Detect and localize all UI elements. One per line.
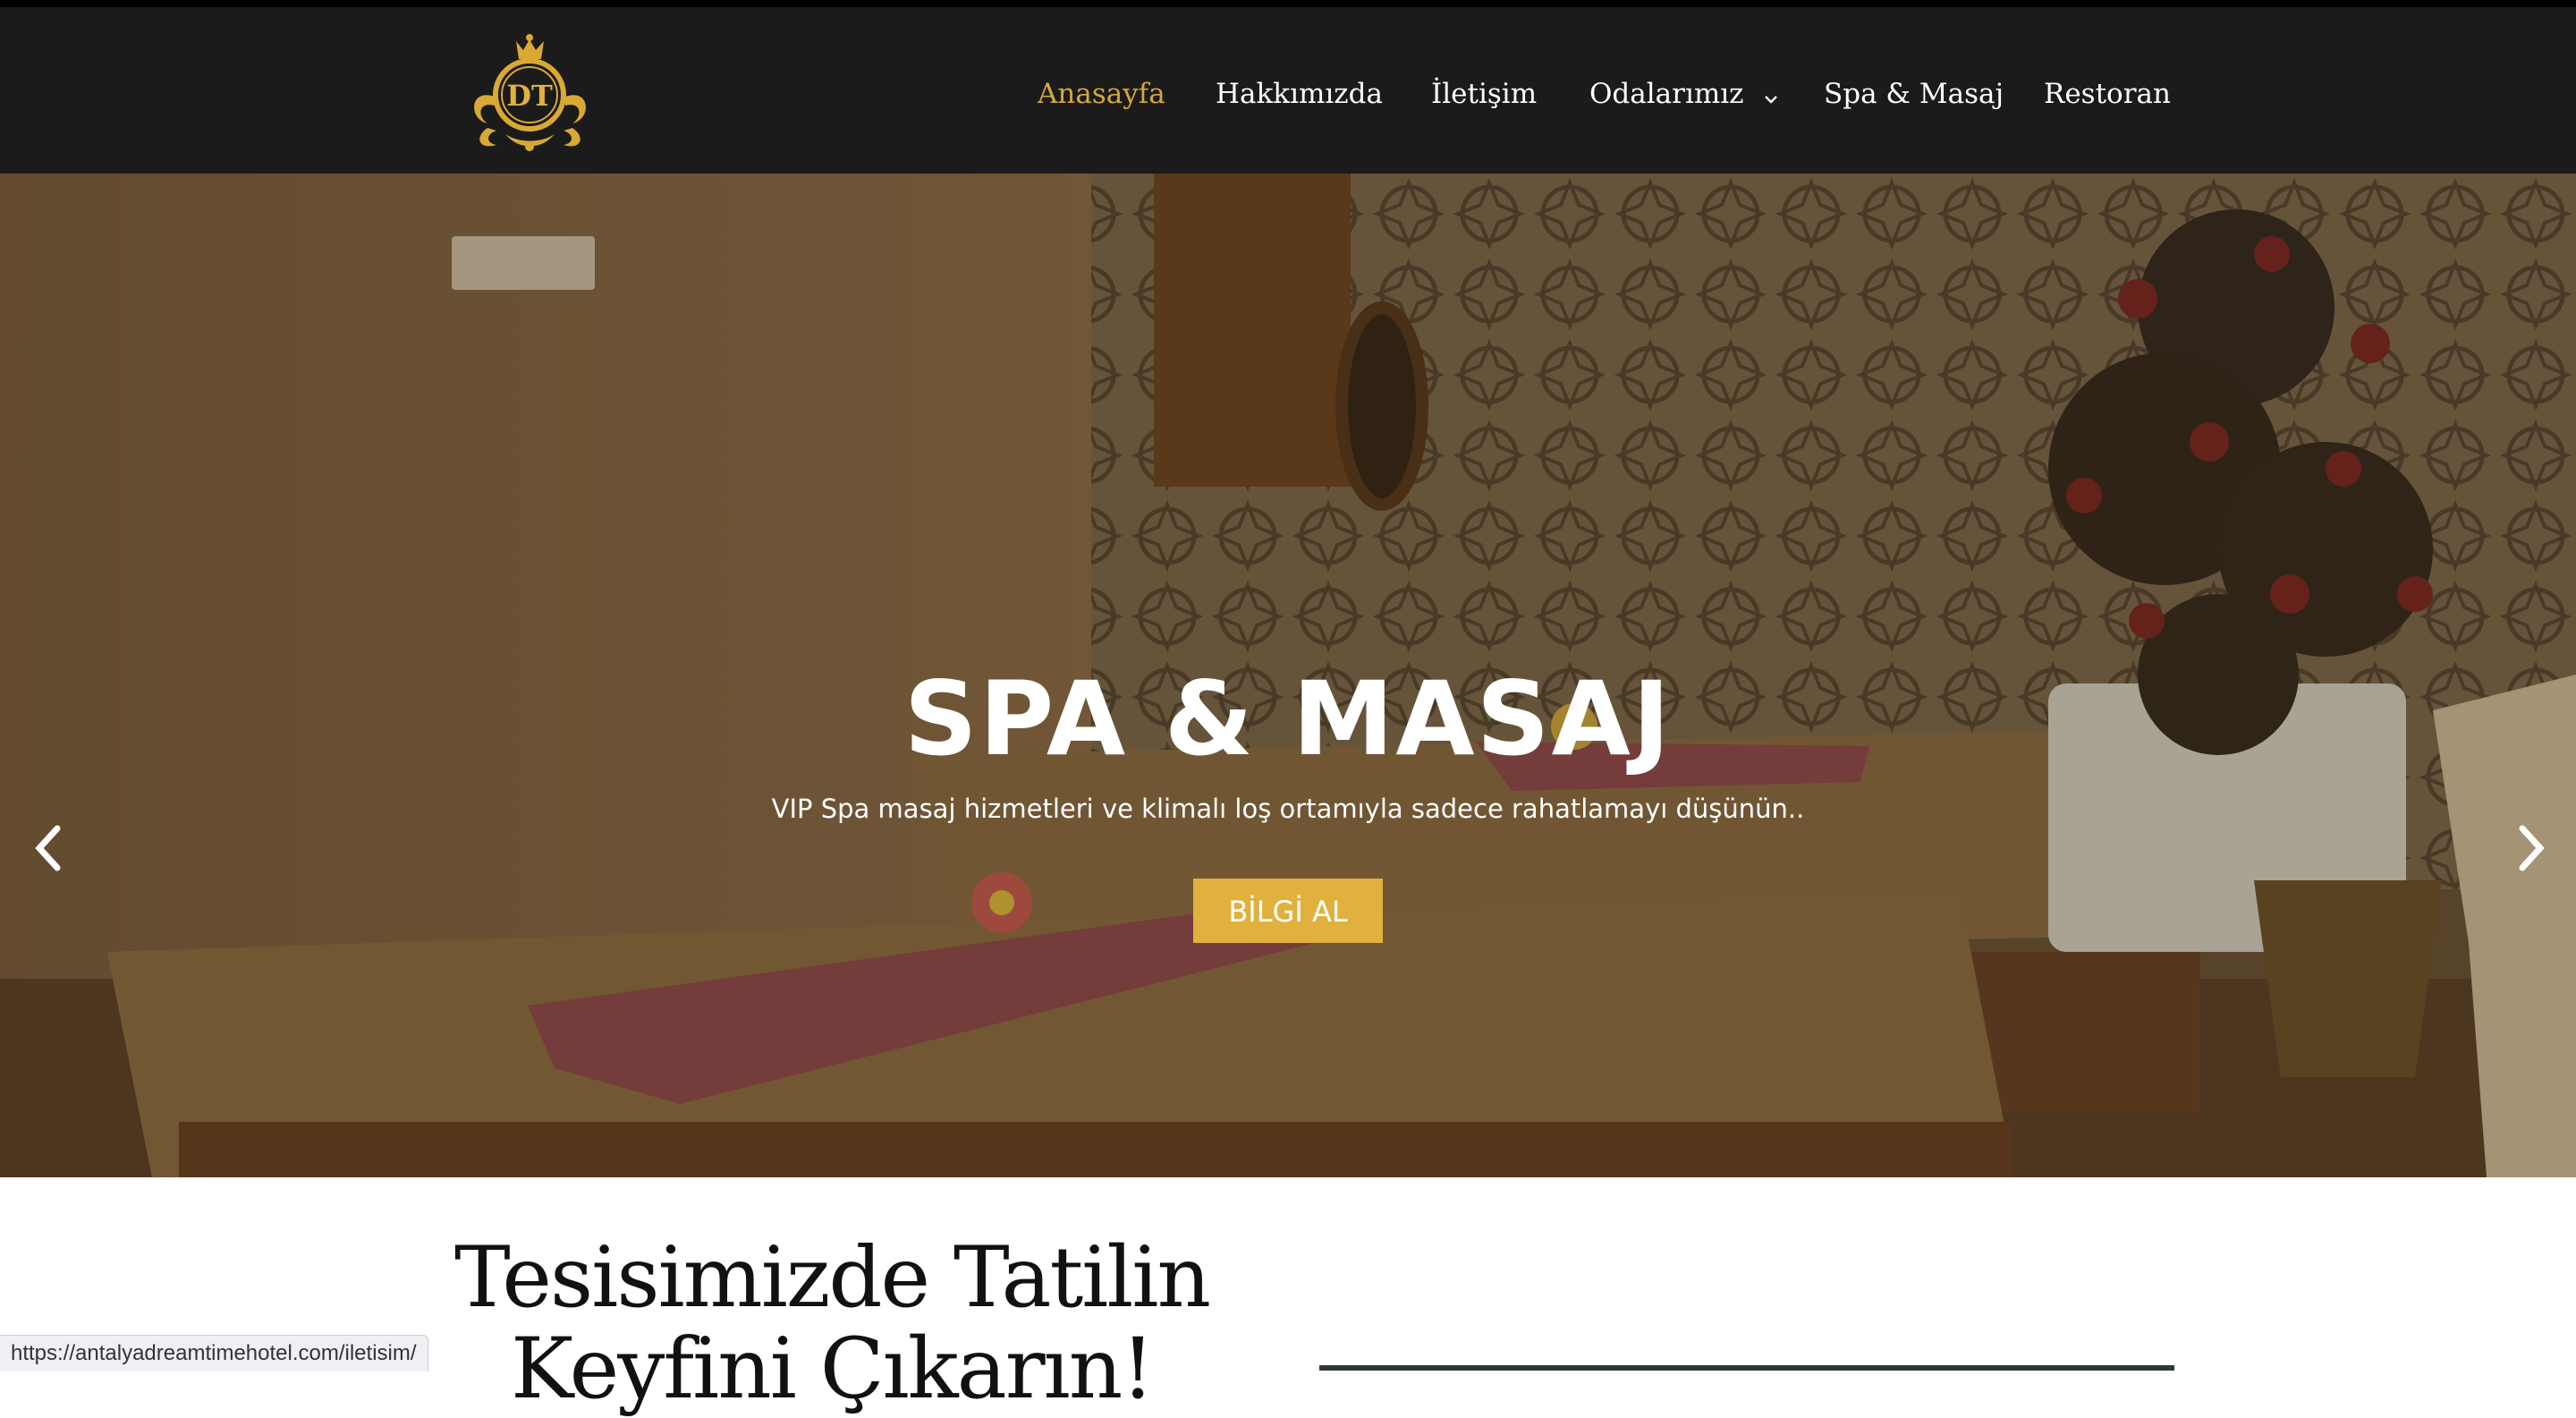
- nav-item-hakkimizda[interactable]: Hakkımızda: [1216, 72, 1383, 116]
- nav-item-anasayfa[interactable]: Anasayfa: [1038, 72, 1165, 116]
- nav-item-label: Restoran: [2044, 78, 2171, 110]
- chevron-right-icon: [2519, 825, 2545, 871]
- hero-subtitle: VIP Spa masaj hizmetleri ve klimalı loş …: [771, 794, 1805, 824]
- nav-item-label: Spa & Masaj: [1824, 78, 2004, 110]
- hero-title: SPA & MASAJ: [903, 659, 1673, 778]
- nav-item-spa-masaj[interactable]: Spa & Masaj: [1824, 72, 2004, 116]
- site-header: DT Anasayfa Hakkımızda İletişim Odalarım…: [0, 7, 2576, 174]
- chevron-down-icon: [1763, 73, 1779, 118]
- section-title-line-2: Keyfini Çıkarın!: [510, 1320, 1155, 1418]
- section-title: Tesisimizde Tatilin Keyfini Çıkarın!: [447, 1233, 1216, 1415]
- nav-item-label: Anasayfa: [1038, 78, 1165, 110]
- section-title-line-1: Tesisimizde Tatilin: [454, 1229, 1211, 1327]
- status-bar-url: https://antalyadreamtimehotel.com/iletis…: [0, 1335, 428, 1371]
- top-border: [0, 0, 2576, 7]
- main-nav: Anasayfa Hakkımızda İletişim Odalarımız …: [0, 7, 2576, 174]
- nav-item-label: Hakkımızda: [1216, 78, 1383, 110]
- slider-prev-button[interactable]: [27, 821, 72, 875]
- section-image-edge: [1319, 1365, 2174, 1371]
- nav-item-label: Odalarımız: [1589, 78, 1744, 110]
- nav-item-restoran[interactable]: Restoran: [2044, 72, 2171, 116]
- hero-slider: SPA & MASAJ VIP Spa masaj hizmetleri ve …: [0, 174, 2576, 1177]
- nav-item-odalarimiz[interactable]: Odalarımız: [1589, 72, 1779, 116]
- chevron-left-icon: [35, 825, 61, 871]
- nav-item-label: İletişim: [1431, 78, 1538, 110]
- nav-item-iletisim[interactable]: İletişim: [1431, 72, 1537, 116]
- info-button[interactable]: BİLGİ AL: [1193, 879, 1383, 943]
- slider-next-button[interactable]: [2508, 821, 2553, 875]
